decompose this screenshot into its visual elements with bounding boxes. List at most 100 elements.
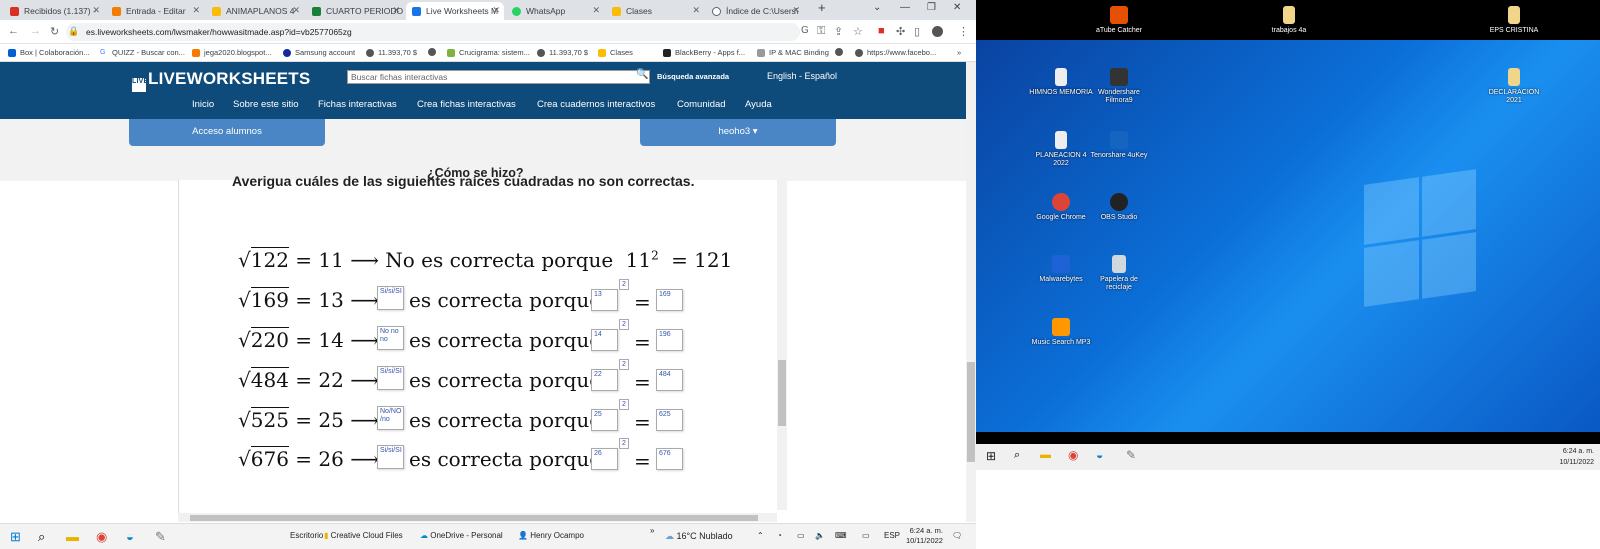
tray-chevron-icon[interactable]: ⌃ [757, 531, 764, 540]
close-icon[interactable]: ✕ [792, 5, 800, 16]
result-field[interactable]: 676 [656, 448, 683, 470]
desktop-icon-malwarebytes[interactable]: Malwarebytes [1029, 255, 1093, 284]
search-input[interactable]: Buscar fichas interactivas [347, 70, 650, 84]
language-switch[interactable]: English - Español [767, 71, 837, 81]
search-icon[interactable]: ⌕ [38, 529, 45, 545]
desktop-icon-music-search[interactable]: Music Search MP3 [1029, 318, 1093, 347]
share-icon[interactable]: ⇪ [834, 25, 843, 38]
desktop-icon-trabajos[interactable]: trabajos 4a [1257, 6, 1321, 35]
desktop-icon-chrome[interactable]: Google Chrome [1029, 193, 1093, 222]
network-icon[interactable]: ◔ [777, 531, 782, 540]
exponent-field[interactable]: 2 [619, 438, 629, 449]
close-icon[interactable]: ✕ [92, 5, 100, 16]
desktop-icon-recycle-bin[interactable]: Papelera de reciclaje [1087, 255, 1151, 292]
result-field[interactable]: 196 [656, 329, 683, 351]
paint-icon[interactable]: ✎ [155, 529, 166, 545]
clock[interactable]: 6:24 a. m. 10/11/2022 [906, 526, 943, 546]
paint-icon[interactable]: ✎ [1126, 448, 1136, 462]
language-indicator[interactable]: ESP [884, 531, 900, 540]
result-field[interactable]: 484 [656, 369, 683, 391]
exponent-field[interactable]: 2 [619, 399, 629, 410]
lock-icon[interactable]: 🔒 [68, 26, 79, 37]
answer-field[interactable]: Si/si/SI [377, 286, 404, 310]
desktop-icon-filmora[interactable]: Wondershare Filmora9 [1087, 68, 1151, 105]
close-icon[interactable]: ✕ [492, 5, 500, 16]
bookmark-item[interactable] [428, 48, 440, 56]
scroll-thumb[interactable] [967, 362, 975, 462]
menu-inicio[interactable]: Inicio [192, 99, 214, 110]
desktop-icon-eps[interactable]: EPS CRISTINA [1482, 6, 1546, 35]
tab-sheets[interactable]: CUARTO PERIODO ✕ [306, 2, 404, 20]
display-icon[interactable]: ▭ [862, 531, 870, 540]
tab-index[interactable]: Índice de C:\Users\ ✕ [706, 2, 804, 20]
extension-icon[interactable]: ■ [878, 25, 885, 37]
search-icon[interactable]: 🔍 [636, 69, 648, 80]
bookmark-item[interactable]: G QUIZZ - Buscar con... [100, 48, 185, 57]
answer-field[interactable]: No/NO /no [377, 406, 404, 430]
bookmark-item[interactable]: Crucigrama: sistem... [447, 48, 530, 57]
close-icon[interactable]: ✕ [392, 5, 400, 16]
battery-icon[interactable]: ▭ [797, 531, 805, 540]
exponent-field[interactable]: 2 [619, 359, 629, 370]
tab-liveworksheets[interactable]: Live Worksheets M ✕ [406, 2, 504, 20]
menu-create-workbooks[interactable]: Crea cuadernos interactivos [537, 99, 655, 110]
volume-icon[interactable]: 🔈 [815, 531, 825, 540]
chrome-icon[interactable]: ◉ [1068, 448, 1078, 462]
base-field[interactable]: 22 [591, 369, 618, 391]
bookmark-item[interactable]: 11.393,70 $ [366, 48, 417, 57]
weather-widget[interactable]: ☁ 16°C Nublado [665, 531, 733, 542]
clock[interactable]: 6:24 a. m. 10/11/2022 [1559, 446, 1594, 468]
base-field[interactable]: 14 [591, 329, 618, 351]
page-scrollbar[interactable] [966, 62, 976, 522]
worksheet-scrollbar[interactable] [777, 180, 787, 510]
bookmark-item[interactable]: 11.393,70 $ [537, 48, 588, 57]
search-icon[interactable]: ⌕ [1014, 449, 1020, 462]
bookmark-item[interactable]: BlackBerry - Apps f... [663, 48, 745, 57]
windows-start-icon[interactable]: ⊞ [986, 449, 996, 463]
exponent-field[interactable]: 2 [619, 319, 629, 330]
students-access-button[interactable]: Acceso alumnos [129, 119, 325, 146]
scroll-thumb[interactable] [190, 515, 758, 521]
answer-field[interactable]: No no no [377, 326, 404, 350]
tab-animaplanos[interactable]: ANIMAPLANOS 4 ✕ [206, 2, 304, 20]
desktop-icon-atube[interactable]: aTube Catcher [1087, 6, 1151, 35]
tab-clases[interactable]: Clases ✕ [606, 2, 704, 20]
advanced-search-link[interactable]: Búsqueda avanzada [657, 72, 729, 81]
close-icon[interactable]: ✕ [192, 5, 200, 16]
desktop-icon-declaracion[interactable]: DECLARACION 2021 [1482, 68, 1546, 105]
restore-button[interactable]: ❐ [927, 2, 936, 13]
desktop-toolbar[interactable]: Escritorio [290, 531, 323, 540]
keyboard-icon[interactable]: ⌨ [835, 531, 847, 540]
bookmark-item[interactable]: Clases [598, 48, 633, 57]
new-tab-button[interactable]: + [818, 0, 826, 15]
site-logo[interactable]: LIVELIVEWORKSHEETS [132, 69, 310, 92]
onedrive-link[interactable]: ☁ OneDrive - Personal [420, 531, 503, 540]
close-icon[interactable]: ✕ [692, 5, 700, 16]
creative-cloud-link[interactable]: ▮ Creative Cloud Files [324, 531, 403, 540]
worksheet-hscrollbar[interactable] [178, 513, 777, 522]
edge-icon[interactable]: ◒ [126, 529, 134, 544]
close-icon[interactable]: ✕ [292, 5, 300, 16]
minimize-button[interactable]: — [900, 2, 910, 13]
answer-field[interactable]: Si/si/SI [377, 366, 404, 390]
close-window-button[interactable]: ✕ [953, 2, 961, 13]
chevron-icon[interactable]: » [650, 526, 654, 535]
bookmark-item[interactable]: IP & MAC Binding [757, 48, 829, 57]
avatar[interactable] [932, 26, 943, 37]
back-icon[interactable]: ← [8, 25, 19, 37]
menu-community[interactable]: Comunidad [677, 99, 726, 110]
forward-icon[interactable]: → [30, 25, 41, 37]
tab-blogger[interactable]: Entrada - Editar ✕ [106, 2, 204, 20]
tab-whatsapp[interactable]: WhatsApp ✕ [506, 2, 604, 20]
menu-create-worksheets[interactable]: Crea fichas interactivas [417, 99, 516, 110]
bookmark-item[interactable]: Box | Colaboración... [8, 48, 90, 57]
close-icon[interactable]: ✕ [592, 5, 600, 16]
user-menu-button[interactable]: heoho3 ▾ [640, 119, 836, 146]
kebab-menu-icon[interactable]: ⋮ [958, 25, 969, 38]
bookmark-item[interactable] [835, 48, 847, 56]
exponent-field[interactable]: 2 [619, 279, 629, 290]
user-link[interactable]: 👤 Henry Ocampo [518, 531, 584, 540]
key-icon[interactable]: ⚿ [817, 25, 825, 38]
file-explorer-icon[interactable]: ▬ [66, 529, 79, 544]
base-field[interactable]: 13 [591, 289, 618, 311]
